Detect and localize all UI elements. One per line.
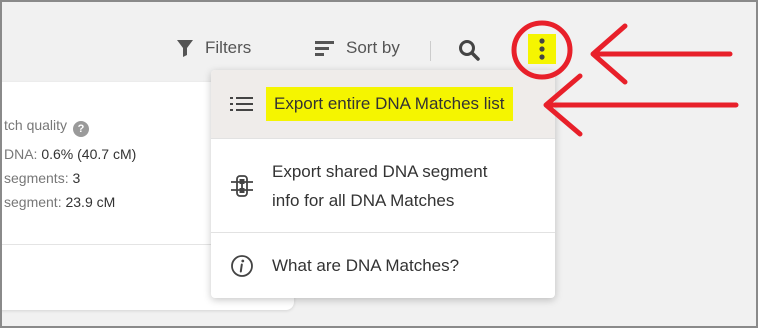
toolbar-divider bbox=[430, 41, 431, 61]
sort-button[interactable]: Sort by bbox=[315, 38, 400, 58]
toolbar: Filters Sort by bbox=[2, 30, 756, 70]
sort-icon bbox=[315, 41, 334, 56]
sort-label: Sort by bbox=[346, 38, 400, 57]
filters-label: Filters bbox=[205, 38, 252, 57]
more-vertical-icon bbox=[539, 38, 545, 60]
menu-item-what-are-matches[interactable]: What are DNA Matches? bbox=[211, 232, 555, 298]
shared-dna-value: 0.6% (40.7 cM) bbox=[41, 146, 137, 162]
largest-segment-value: 23.9 cM bbox=[65, 194, 116, 210]
menu-item-export-matches[interactable]: Export entire DNA Matches list bbox=[211, 70, 555, 138]
segments-row: segments: 3 bbox=[4, 170, 80, 186]
info-icon bbox=[230, 254, 254, 278]
dna-segment-icon bbox=[230, 174, 254, 198]
what-are-matches-label: What are DNA Matches? bbox=[272, 256, 460, 275]
shared-dna-key: DNA: bbox=[4, 146, 38, 162]
export-matches-label: Export entire DNA Matches list bbox=[266, 87, 513, 121]
largest-segment-row: segment: 23.9 cM bbox=[4, 194, 115, 210]
segments-value: 3 bbox=[72, 170, 81, 186]
app-window: tch quality? DNA: 0.6% (40.7 cM) segment… bbox=[0, 0, 758, 328]
menu-item-export-segments[interactable]: Export shared DNA segment info for all D… bbox=[211, 138, 555, 232]
match-quality-label: tch quality bbox=[4, 117, 68, 133]
largest-segment-key: segment: bbox=[4, 194, 62, 210]
search-icon bbox=[459, 40, 480, 61]
filter-icon bbox=[177, 40, 193, 57]
export-segments-line2: info for all DNA Matches bbox=[272, 191, 455, 210]
help-icon[interactable]: ? bbox=[73, 121, 90, 137]
shared-dna-row: DNA: 0.6% (40.7 cM) bbox=[4, 146, 136, 162]
filters-button[interactable]: Filters bbox=[176, 38, 251, 58]
more-options-button[interactable] bbox=[528, 34, 556, 64]
export-segments-line1: Export shared DNA segment bbox=[272, 162, 488, 181]
list-icon bbox=[230, 92, 254, 116]
segments-key: segments: bbox=[4, 170, 69, 186]
export-segments-label: Export shared DNA segment info for all D… bbox=[272, 157, 487, 215]
more-options-menu: Export entire DNA Matches list Export sh… bbox=[211, 70, 555, 298]
match-quality-row: tch quality? bbox=[4, 117, 90, 137]
search-button[interactable] bbox=[458, 39, 480, 61]
annotation-arrow-bottom bbox=[543, 73, 739, 137]
